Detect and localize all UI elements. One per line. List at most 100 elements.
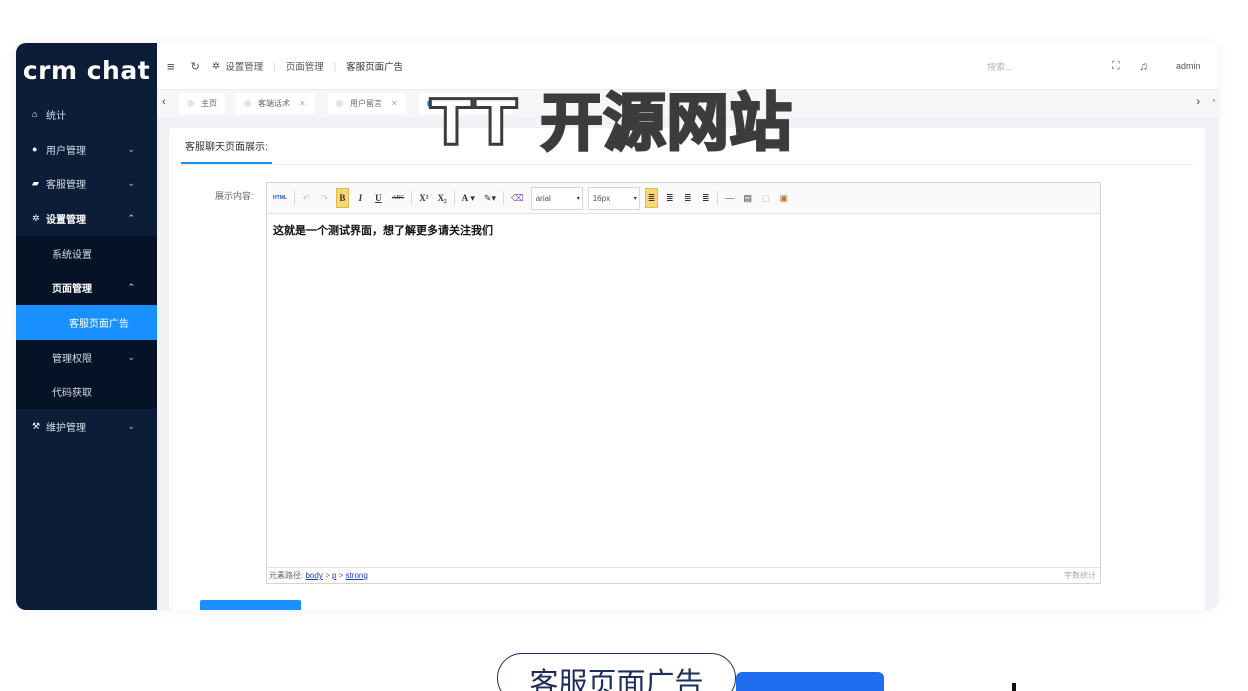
tab-messages[interactable]: 用户留言 ✕ (328, 93, 406, 114)
fullscreen-icon[interactable]: ⛶ (1112, 60, 1120, 73)
chevron-up-icon: ⌃ (127, 282, 135, 293)
sidebar-item-label: 设置管理 (46, 214, 86, 226)
sidebar-item-stats[interactable]: ⌂ 统计 (16, 97, 157, 132)
align-justify-button[interactable]: ≣ (699, 188, 712, 208)
path-link-body[interactable]: body (305, 571, 322, 580)
sidebar-item-label: 代码获取 (52, 388, 92, 400)
user-menu[interactable]: admin (1176, 61, 1201, 71)
app-logo: crm chat (22, 55, 151, 85)
tab-dot (244, 100, 251, 107)
path-link-p[interactable]: p (332, 571, 336, 580)
toolbar-separator (502, 191, 504, 205)
chevron-down-icon: ⌄ (127, 178, 135, 189)
chevron-left-icon[interactable]: ‹ (162, 96, 166, 108)
preview-icon[interactable]: ▢ (759, 188, 772, 208)
undo-icon[interactable]: ↶ (300, 188, 313, 208)
sidebar-item-label: 系统设置 (52, 249, 92, 261)
gear-icon: ✲ (211, 60, 221, 72)
tab-label: 主页 (201, 99, 217, 108)
sidebar: crm chat ⌂ 统计 ● 用户管理 ⌄ ▰ 客服管理 ⌄ ✲ 设置管理 ⌃… (16, 43, 157, 610)
tab-label: 用户留言 (350, 99, 382, 108)
close-icon[interactable]: ✕ (391, 99, 398, 108)
top-header: ≡ ↻ ✲ 设置管理 | 页面管理 | 客服页面广告 搜索... ⛶ ♫ adm… (157, 43, 1218, 89)
toolbar-separator (453, 191, 455, 205)
breadcrumb-item-current: 客服页面广告 (346, 62, 404, 73)
print-icon[interactable]: ▤ (741, 188, 754, 208)
chevron-down-icon: ⌄ (127, 143, 135, 154)
breadcrumb-item[interactable]: 页面管理 (286, 59, 324, 73)
align-right-button[interactable]: ≣ (681, 188, 694, 208)
font-size-select[interactable]: 16px ▾ (587, 186, 640, 210)
superscript-button[interactable]: X² (417, 188, 430, 208)
overlay-mark (1012, 683, 1016, 691)
bold-button[interactable]: B (335, 188, 349, 208)
path-link-strong[interactable]: strong (346, 571, 368, 580)
path-separator: > (325, 571, 330, 580)
tab-scripts[interactable]: 客端话术 ✕ (236, 93, 314, 114)
sidebar-item-maintenance[interactable]: ⚒ 维护管理 ⌄ (16, 409, 157, 444)
sidebar-item-settings[interactable]: ✲ 设置管理 ⌃ (16, 201, 157, 236)
submit-button[interactable] (200, 600, 301, 610)
editor-content[interactable]: 这就是一个测试界面，想了解更多请关注我们 (267, 214, 1100, 567)
redo-icon[interactable]: ↷ (318, 188, 331, 208)
chevron-up-icon: ⌃ (127, 212, 135, 223)
sidebar-item-label: 统计 (46, 110, 66, 122)
dropdown-arrow-icon: ▾ (633, 195, 637, 202)
bell-icon[interactable]: ♫ (1139, 59, 1148, 73)
sidebar-item-system-settings[interactable]: 系统设置 (16, 235, 157, 271)
editor-statusbar: 元素路径: body > p > strong 字数统计 (267, 567, 1100, 583)
chat-icon: ▰ (32, 178, 39, 189)
divider (181, 164, 1193, 165)
chevron-down-icon: ⌄ (127, 421, 135, 432)
refresh-icon[interactable]: ↻ (191, 60, 200, 73)
strikethrough-button[interactable]: ABC (390, 188, 406, 208)
sidebar-item-users[interactable]: ● 用户管理 ⌄ (16, 132, 157, 167)
align-center-button[interactable]: ≣ (663, 188, 676, 208)
tab-home[interactable]: 主页 (179, 93, 225, 114)
path-separator: > (338, 571, 344, 580)
html-source-button[interactable]: HTML (271, 188, 289, 208)
sidebar-item-permissions[interactable]: 管理权限 ⌄ (16, 339, 157, 375)
chevron-right-icon[interactable]: › (1196, 96, 1200, 108)
font-family-select[interactable]: arial ▾ (530, 186, 583, 210)
sidebar-item-service[interactable]: ▰ 客服管理 ⌄ (16, 166, 157, 201)
italic-button[interactable]: I (354, 188, 367, 208)
font-family-value: arial (535, 193, 551, 203)
breadcrumb: ✲ 设置管理 | 页面管理 | 客服页面广告 (211, 59, 404, 74)
tab-chat-page-display[interactable]: 客服聊天页面展示: (181, 128, 272, 164)
sidebar-item-label: 客服页面广告 (69, 318, 129, 330)
breadcrumb-item[interactable]: 设置管理 (225, 59, 263, 73)
field-label: 展示内容: (215, 191, 254, 201)
underline-button[interactable]: U (372, 188, 385, 208)
image-icon[interactable]: ▣ (777, 188, 790, 208)
font-color-button[interactable]: A ▾ (460, 188, 477, 208)
content-card: 客服聊天页面展示: 展示内容: HTML ↶ ↷ B I U ABC X² X₂… (169, 128, 1205, 610)
align-left-button[interactable]: ≣ (644, 188, 659, 208)
dropdown-arrow-icon: ▾ (576, 195, 580, 202)
tab-label: 客端话术 (258, 99, 290, 108)
home-icon: ⌂ (32, 109, 38, 120)
subscript-button[interactable]: X₂ (435, 188, 448, 208)
clear-format-icon[interactable]: ⌫ (509, 188, 526, 208)
tab-options-icon[interactable]: ◔ (1210, 96, 1216, 107)
breadcrumb-separator: | (273, 60, 276, 72)
sidebar-item-label: 维护管理 (46, 423, 86, 435)
sidebar-item-label: 客服管理 (46, 180, 86, 192)
editor-toolbar: HTML ↶ ↷ B I U ABC X² X₂ A ▾ ✎▾ ⌫ arial … (267, 183, 1100, 214)
horizontal-rule-icon[interactable]: — (723, 188, 736, 208)
highlight-color-button[interactable]: ✎▾ (482, 188, 498, 208)
editor-body-text: 这就是一个测试界面，想了解更多请关注我们 (273, 225, 493, 237)
close-icon[interactable]: ✕ (299, 99, 306, 108)
overlay-blue-block (736, 672, 884, 691)
breadcrumb-separator: | (333, 60, 337, 72)
sidebar-item-service-page-ad[interactable]: 客服页面广告 (16, 305, 157, 340)
menu-toggle-icon[interactable]: ≡ (167, 59, 175, 74)
sidebar-item-page-management[interactable]: 页面管理 ⌃ (16, 270, 157, 306)
sidebar-item-label: 用户管理 (46, 145, 86, 157)
sidebar-item-get-code[interactable]: 代码获取 (16, 374, 157, 410)
search-input[interactable]: 搜索... (987, 60, 1013, 73)
toolbar-separator (717, 191, 719, 205)
sidebar-item-label: 页面管理 (52, 284, 92, 296)
font-size-value: 16px (592, 193, 611, 203)
watermark-title: TT 开源网站 (429, 86, 794, 159)
